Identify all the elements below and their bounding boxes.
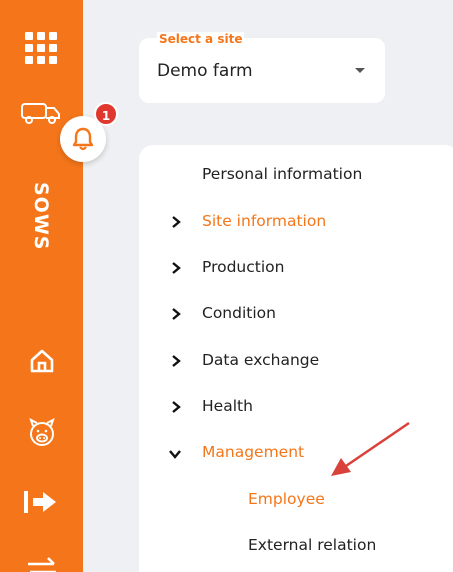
pig-truck-icon[interactable]	[20, 100, 62, 130]
menu-item-production[interactable]: Production	[202, 258, 284, 276]
apps-grid-icon[interactable]	[24, 31, 58, 69]
pig-face-icon[interactable]	[26, 417, 58, 453]
brand-wordmark: SOWS	[30, 182, 52, 251]
menu-item-personal-information[interactable]: Personal information	[202, 165, 362, 183]
chevron-right-icon[interactable]	[169, 261, 183, 275]
logout-icon[interactable]	[23, 489, 59, 519]
menu-item-management[interactable]: Management	[202, 443, 304, 461]
annotation-arrow-icon	[325, 420, 415, 486]
site-select-label: Select a site	[157, 32, 245, 46]
submenu-item-external-relation[interactable]: External relation	[248, 536, 376, 554]
menu-item-data-exchange[interactable]: Data exchange	[202, 351, 319, 369]
app-stage: SOWS 1 Select a site Demo farm Personal …	[0, 0, 453, 572]
notification-count-badge: 1	[94, 102, 118, 126]
chevron-right-icon[interactable]	[169, 400, 183, 414]
menu-item-condition[interactable]: Condition	[202, 304, 276, 322]
chevron-right-icon[interactable]	[169, 215, 183, 229]
chevron-right-icon[interactable]	[169, 307, 183, 321]
submenu-item-employee[interactable]: Employee	[248, 490, 325, 508]
swap-icon[interactable]	[24, 556, 60, 572]
bell-icon	[72, 126, 94, 156]
chevron-right-icon[interactable]	[169, 354, 183, 368]
site-select-value: Demo farm	[157, 61, 253, 81]
chevron-down-icon[interactable]	[168, 447, 182, 461]
home-icon[interactable]	[29, 348, 55, 378]
dropdown-caret-icon[interactable]	[355, 68, 365, 73]
menu-item-health[interactable]: Health	[202, 397, 253, 415]
menu-item-site-information[interactable]: Site information	[202, 212, 326, 230]
side-rail: SOWS	[0, 0, 83, 572]
